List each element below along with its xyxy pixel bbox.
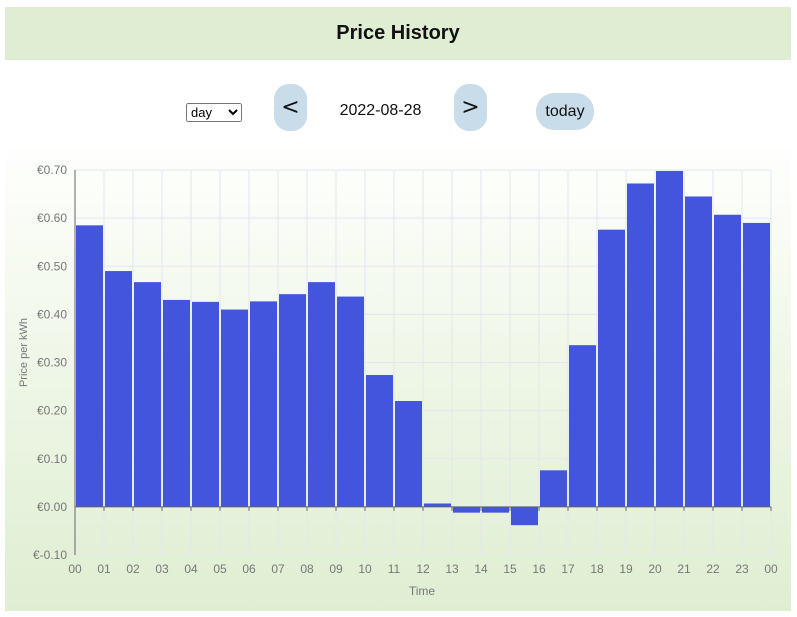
bar-03[interactable]	[163, 299, 190, 507]
bar-23[interactable]	[743, 222, 770, 507]
bar-09[interactable]	[337, 296, 364, 507]
header-bar: Price History	[5, 7, 791, 60]
bar-14[interactable]	[482, 506, 509, 513]
x-tick-label: 21	[677, 562, 691, 576]
bar-16[interactable]	[540, 470, 567, 507]
bar-12[interactable]	[424, 503, 451, 507]
x-tick-label: 15	[503, 562, 517, 576]
x-tick-label: 19	[619, 562, 633, 576]
bar-10[interactable]	[366, 375, 393, 507]
bar-13[interactable]	[453, 506, 480, 513]
x-tick-label: 22	[706, 562, 720, 576]
x-tick-label: 04	[184, 562, 198, 576]
bar-22[interactable]	[714, 214, 741, 507]
x-tick-label: 11	[388, 562, 401, 576]
date-controls: day < 2022-08-28 > today	[0, 80, 797, 140]
y-tick-label: €0.70	[37, 163, 67, 177]
bar-11[interactable]	[395, 401, 422, 507]
bar-04[interactable]	[192, 301, 219, 507]
bar-02[interactable]	[134, 282, 161, 507]
y-tick-label: €0.20	[37, 404, 67, 418]
x-tick-label: 23	[735, 562, 749, 576]
price-chart: €-0.10 €0.00 €0.10 €0.20 €0.30 €0.40 €0.50 €0.6…	[18, 163, 778, 598]
x-tick-label: 10	[358, 562, 372, 576]
bar-18[interactable]	[598, 229, 625, 507]
x-tick-label: 07	[271, 562, 285, 576]
chart-area: €-0.10 €0.00 €0.10 €0.20 €0.30 €0.40 €0.50 €0.6…	[5, 148, 791, 611]
period-select[interactable]: day	[186, 103, 242, 122]
bar-06[interactable]	[250, 301, 277, 507]
bar-15[interactable]	[511, 506, 538, 526]
y-tick-label: €0.40	[37, 307, 67, 321]
x-tick-label: 12	[416, 562, 430, 576]
x-tick-label: 08	[300, 562, 314, 576]
x-tick-label: 17	[561, 562, 575, 576]
page-title: Price History	[336, 22, 460, 44]
bar-05[interactable]	[221, 309, 248, 507]
y-tick-label: €0.00	[37, 500, 67, 514]
current-date: 2022-08-28	[339, 102, 422, 119]
bar-01[interactable]	[105, 271, 132, 507]
x-axis-label: Time	[409, 584, 436, 598]
x-tick-label: 20	[648, 562, 662, 576]
bar-21[interactable]	[685, 196, 712, 507]
bar-07[interactable]	[279, 294, 306, 507]
previous-button[interactable]: <	[274, 84, 307, 131]
x-tick-label: 13	[445, 562, 459, 576]
x-tick-label: 00	[764, 562, 778, 576]
bar-08[interactable]	[308, 282, 335, 507]
y-tick-label: €0.30	[37, 356, 67, 370]
y-tick-label: €0.60	[37, 211, 67, 225]
x-tick-label: 18	[590, 562, 604, 576]
bar-19[interactable]	[627, 183, 654, 507]
x-tick-label: 16	[532, 562, 546, 576]
x-tick-label: 05	[213, 562, 227, 576]
x-tick-label: 06	[242, 562, 256, 576]
bar-17[interactable]	[569, 345, 596, 507]
x-tick-label: 01	[97, 562, 111, 576]
bar-20[interactable]	[656, 170, 683, 507]
bar-00[interactable]	[76, 225, 103, 507]
y-axis-label: Price per kWh	[18, 318, 30, 387]
next-button[interactable]: >	[454, 84, 487, 131]
y-tick-label: €0.10	[37, 452, 67, 466]
today-button[interactable]: today	[536, 93, 594, 130]
x-tick-label: 00	[68, 562, 82, 576]
x-tick-label: 14	[474, 562, 488, 576]
y-tick-label: €0.50	[37, 259, 67, 273]
y-tick-label: €-0.10	[33, 548, 67, 562]
x-tick-label: 02	[126, 562, 140, 576]
x-tick-label: 09	[329, 562, 343, 576]
x-tick-label: 03	[155, 562, 169, 576]
